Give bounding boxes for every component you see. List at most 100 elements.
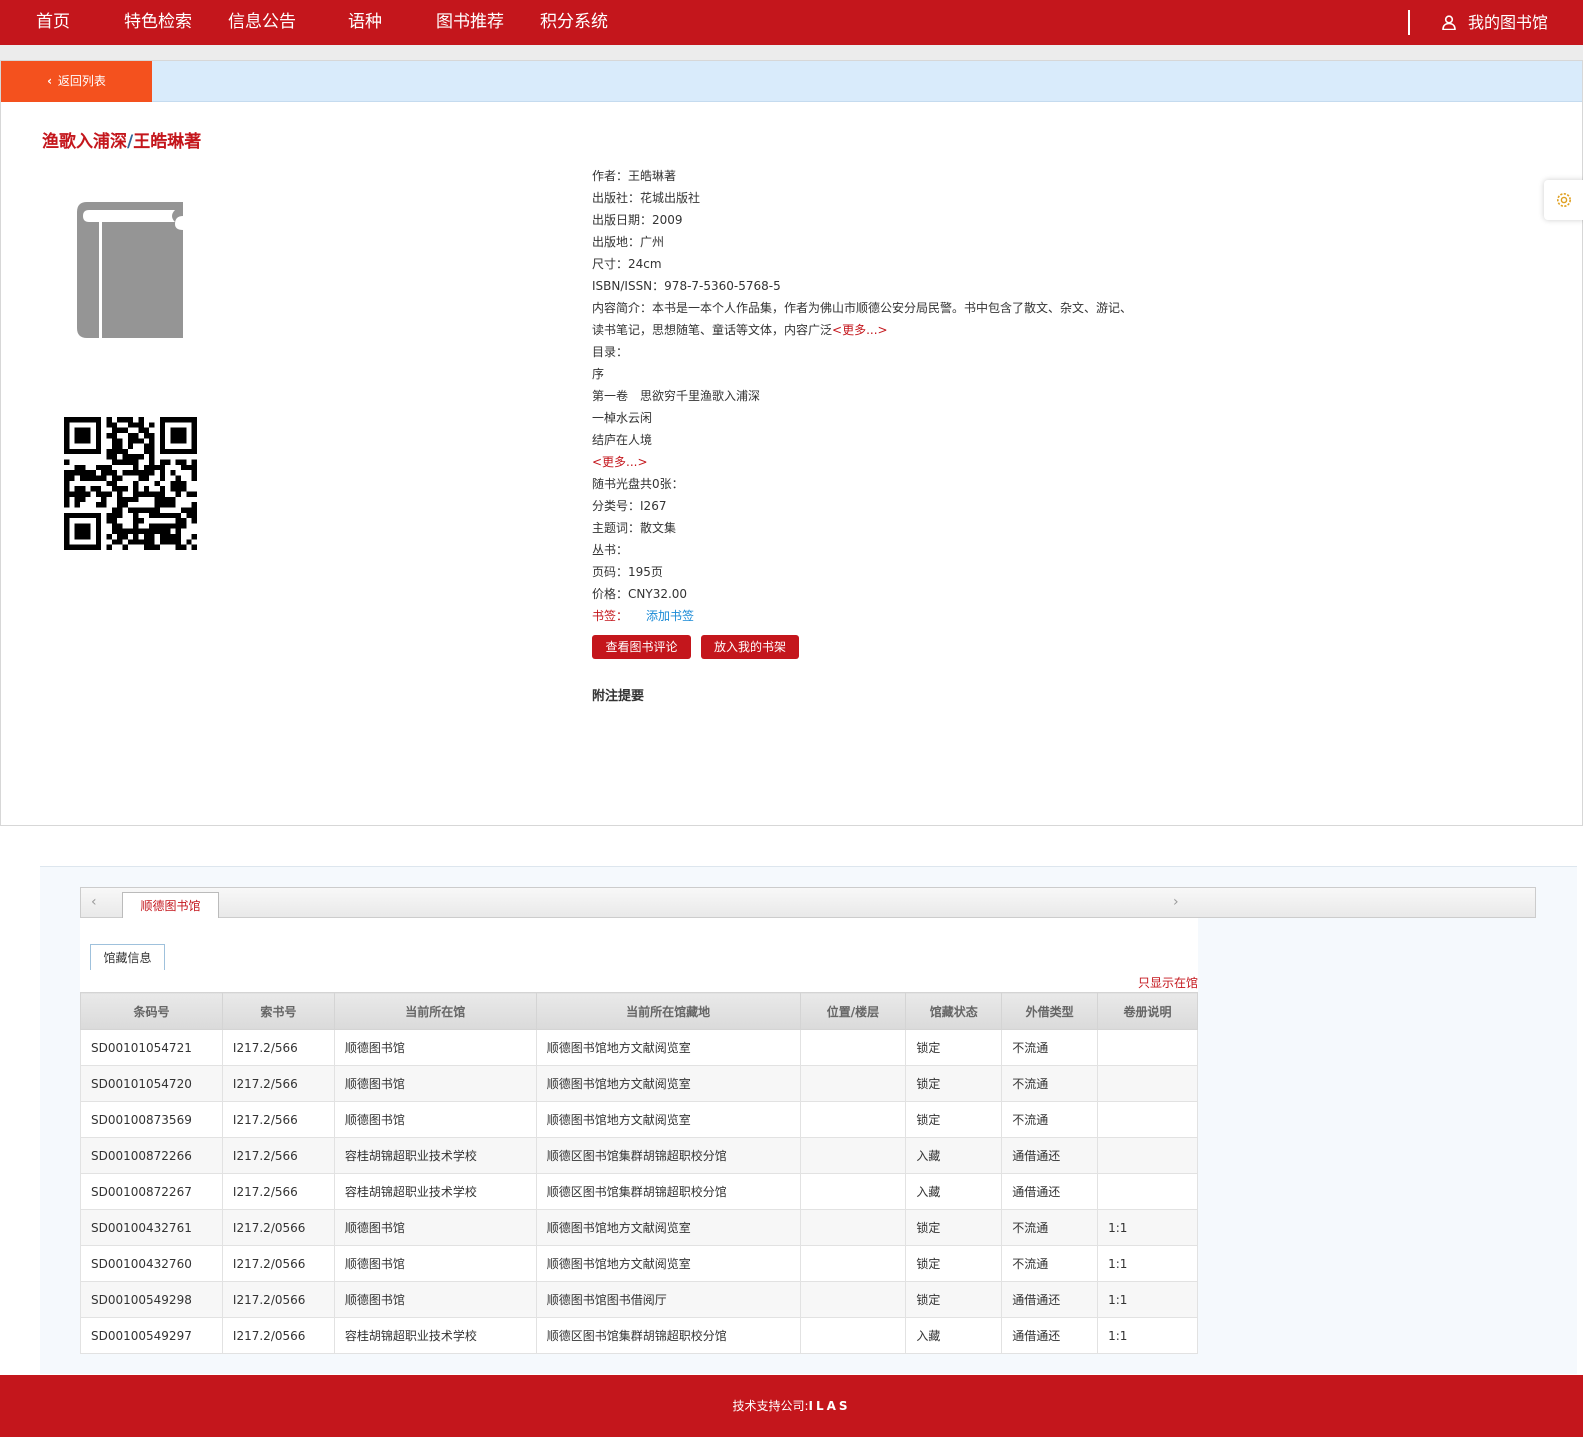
info-summary-cont: 读书笔记，思想随笔、童话等文体，内容广泛<更多...> xyxy=(592,319,1132,341)
table-cell xyxy=(799,1065,907,1102)
back-bar: ‹ 返回列表 xyxy=(1,61,1582,102)
tab-shunde-library[interactable]: 顺德图书馆 xyxy=(122,892,219,919)
summary-text: 读书笔记，思想随笔、童话等文体，内容广泛 xyxy=(592,323,833,337)
col-volume-note[interactable]: 卷册说明 xyxy=(1097,992,1198,1030)
table-cell: 通借通还 xyxy=(1001,1173,1099,1210)
holdings-content: 馆藏信息 只显示在馆 条码号 索书号 当前所在馆 当前所在馆藏地 位置/楼层 馆… xyxy=(80,918,1198,1354)
info-pages: 页码：195页 xyxy=(592,561,1132,583)
table-cell: I217.2/566 xyxy=(221,1173,335,1210)
info-value: 广州 xyxy=(640,235,665,249)
annotation-heading: 附注提要 xyxy=(592,689,645,704)
table-cell: I217.2/0566 xyxy=(221,1209,335,1246)
info-isbn: ISBN/ISSN：978-7-5360-5768-5 xyxy=(592,275,1132,297)
table-cell: 顺德图书馆 xyxy=(333,1101,537,1138)
back-to-list-button[interactable]: ‹ 返回列表 xyxy=(1,61,152,102)
table-cell: 1:1 xyxy=(1097,1281,1198,1318)
only-in-library-filter[interactable]: 只显示在馆 xyxy=(1138,974,1198,991)
book-title-main: 渔歌入浦深 xyxy=(42,132,127,152)
table-cell xyxy=(1097,1137,1198,1174)
table-cell: 不流通 xyxy=(1001,1101,1099,1138)
table-cell: 不流通 xyxy=(1001,1065,1099,1102)
library-tabstrip: ‹ 顺德图书馆 › xyxy=(80,887,1536,919)
table-cell: I217.2/0566 xyxy=(221,1281,335,1318)
table-cell: 入藏 xyxy=(905,1173,1003,1210)
col-status[interactable]: 馆藏状态 xyxy=(905,992,1003,1030)
table-cell: 顺德图书馆 xyxy=(333,1065,537,1102)
toc-more-link[interactable]: <更多...> xyxy=(592,451,1132,473)
table-cell: 不流通 xyxy=(1001,1029,1099,1066)
table-cell: 1:1 xyxy=(1097,1245,1198,1282)
table-cell: 入藏 xyxy=(905,1317,1003,1354)
table-cell: SD00100872266 xyxy=(80,1137,223,1174)
table-row: SD00101054720 I217.2/566 顺德图书馆 顺德图书馆地方文献阅览室… xyxy=(80,1065,1198,1102)
info-size: 尺寸：24cm xyxy=(592,253,1132,275)
table-cell: 锁定 xyxy=(905,1029,1003,1066)
summary-more-link[interactable]: <更多...> xyxy=(832,323,888,337)
info-label: 出版地： xyxy=(592,235,641,249)
chevron-right-icon[interactable]: › xyxy=(1173,894,1179,910)
nav-item-special-search[interactable]: 特色检索 xyxy=(124,0,192,45)
col-loan-type[interactable]: 外借类型 xyxy=(1001,992,1099,1030)
book-detail-panel: ‹ 返回列表 渔歌入浦深/王皓琳著 作者：王皓琳著 出版社：花城出版社 出版日期… xyxy=(0,60,1583,826)
table-cell xyxy=(799,1137,907,1174)
info-value: 散文集 xyxy=(640,521,677,535)
add-bookmark-link[interactable]: 添加书签 xyxy=(646,609,694,623)
table-row: SD00100432761 I217.2/0566 顺德图书馆 顺德图书馆地方文献阅览… xyxy=(80,1209,1198,1246)
info-cd: 随书光盘共0张： xyxy=(592,473,1132,495)
my-library-link[interactable]: 我的图书馆 xyxy=(1442,0,1548,45)
nav-item-points[interactable]: 积分系统 xyxy=(540,0,608,45)
table-cell: 容桂胡锦超职业技术学校 xyxy=(333,1137,537,1174)
user-icon xyxy=(1442,15,1456,30)
info-label: 尺寸： xyxy=(592,257,629,271)
table-cell: 顺德图书馆图书借阅厅 xyxy=(535,1281,801,1318)
nav-spacer xyxy=(0,45,1583,60)
info-label: 随书光盘共0张： xyxy=(592,477,684,491)
table-cell: 不流通 xyxy=(1001,1245,1099,1282)
col-current-location[interactable]: 当前所在馆藏地 xyxy=(535,992,801,1030)
nav-item-recommendations[interactable]: 图书推荐 xyxy=(436,0,504,45)
table-cell: SD00100873569 xyxy=(80,1101,223,1138)
add-to-shelf-button[interactable]: 放入我的书架 xyxy=(701,635,799,659)
col-barcode[interactable]: 条码号 xyxy=(80,992,223,1030)
table-cell: SD00100549297 xyxy=(80,1317,223,1354)
col-call-number[interactable]: 索书号 xyxy=(221,992,335,1030)
table-cell: 顺德图书馆 xyxy=(333,1209,537,1246)
col-current-library[interactable]: 当前所在馆 xyxy=(333,992,537,1030)
info-label: 目录： xyxy=(592,345,629,359)
info-classification: 分类号：I267 xyxy=(592,495,1132,517)
info-label: 丛书： xyxy=(592,543,629,557)
view-reviews-button[interactable]: 查看图书评论 xyxy=(592,635,691,659)
gear-icon xyxy=(1557,193,1571,207)
toc-item: 序 xyxy=(592,367,605,381)
nav-item-announcements[interactable]: 信息公告 xyxy=(228,0,296,45)
nav-item-home[interactable]: 首页 xyxy=(36,0,70,45)
info-series: 丛书： xyxy=(592,539,1132,561)
info-label: 出版日期： xyxy=(592,213,653,227)
settings-tab[interactable] xyxy=(1544,180,1583,220)
table-cell: I217.2/0566 xyxy=(221,1317,335,1354)
nav-item-languages[interactable]: 语种 xyxy=(348,0,382,45)
info-bookmark: 书签： 添加书签 xyxy=(592,605,1132,627)
footer: 技术支持公司:ILAS xyxy=(0,1375,1583,1437)
info-value: 195页 xyxy=(628,565,663,579)
info-publisher: 出版社：花城出版社 xyxy=(592,187,1132,209)
summary-text: 本书是一本个人作品集，作者为佛山市顺德公安分局民警。书中包含了散文、杂文、游记、 xyxy=(652,301,1133,315)
info-label: 价格： xyxy=(592,587,629,601)
table-cell: 通借通还 xyxy=(1001,1137,1099,1174)
table-cell: 容桂胡锦超职业技术学校 xyxy=(333,1317,537,1354)
table-cell xyxy=(799,1029,907,1066)
toc-item: 结庐在人境 xyxy=(592,433,653,447)
info-toc: 目录： xyxy=(592,341,1132,363)
info-label: 作者： xyxy=(592,169,629,183)
chevron-left-icon[interactable]: ‹ xyxy=(91,894,97,910)
toc-item: 第一卷 思欲穷千里渔歌入浦深 xyxy=(592,389,761,403)
footer-label: 技术支持公司: xyxy=(732,1399,809,1413)
info-value: 王皓琳著 xyxy=(628,169,677,183)
holdings-section: ‹ 顺德图书馆 › 馆藏信息 只显示在馆 条码号 索书号 当前所在馆 当前所在馆… xyxy=(40,866,1577,1374)
tab-holdings-info[interactable]: 馆藏信息 xyxy=(90,944,165,970)
table-cell xyxy=(1097,1173,1198,1210)
col-shelf-floor[interactable]: 位置/楼层 xyxy=(799,992,907,1030)
table-row: SD00101054721 I217.2/566 顺德图书馆 顺德图书馆地方文献阅览室… xyxy=(80,1029,1198,1066)
table-row: SD00100549298 I217.2/0566 顺德图书馆 顺德图书馆图书借阅厅 锁… xyxy=(80,1281,1198,1318)
info-label: 内容简介： xyxy=(592,301,653,315)
